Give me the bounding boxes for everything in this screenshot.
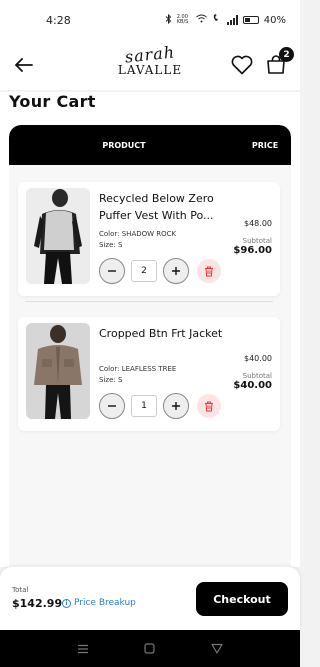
volte-icon — [212, 14, 222, 26]
wishlist-button[interactable] — [230, 53, 254, 77]
product-size: Size: S — [99, 376, 123, 384]
status-icons: 2.00 KB/S 40% — [165, 13, 286, 27]
trash-icon — [205, 266, 213, 276]
increase-quantity-button[interactable] — [163, 393, 189, 419]
increase-quantity-button[interactable] — [163, 258, 189, 284]
remove-item-button[interactable] — [197, 259, 221, 283]
bluetooth-icon — [165, 13, 172, 27]
minus-icon — [108, 405, 116, 407]
signal-icon — [226, 15, 238, 25]
back-arrow-icon — [15, 58, 33, 72]
subtotal-label: Subtotal — [242, 237, 272, 245]
subtotal-label: Subtotal — [242, 372, 272, 380]
cart-panel: PRODUCT PRICE Recycled Below Zero Puffer… — [9, 125, 291, 567]
back-button[interactable] — [12, 53, 36, 77]
recents-button[interactable] — [76, 642, 90, 656]
home-button[interactable] — [143, 642, 157, 656]
trash-icon — [205, 401, 213, 411]
checkout-button[interactable]: Checkout — [196, 582, 288, 616]
product-color: Color: LEAFLESS TREE — [99, 365, 177, 373]
status-bar: 4:28 2.00 KB/S 40% — [0, 0, 300, 40]
back-nav-button[interactable] — [210, 642, 224, 656]
plus-icon — [172, 402, 180, 410]
price-breakup-label: Price Breakup — [74, 598, 136, 608]
product-name[interactable]: Recycled Below Zero Puffer Vest With Po.… — [99, 190, 249, 224]
battery-level: 40% — [263, 14, 286, 26]
cart-count-badge: 2 — [279, 47, 294, 62]
decrease-quantity-button[interactable] — [99, 258, 125, 284]
header-actions: 2 — [230, 47, 294, 77]
minus-icon — [108, 270, 116, 272]
page-title: Your Cart — [0, 92, 300, 120]
plus-icon — [172, 267, 180, 275]
home-square-icon — [144, 643, 156, 654]
system-nav-bar — [0, 630, 300, 667]
back-triangle-icon — [211, 643, 223, 654]
product-unit-price: $40.00 — [244, 354, 272, 363]
cart-table-header: PRODUCT PRICE — [9, 125, 291, 165]
cart-item: Recycled Below Zero Puffer Vest With Po.… — [18, 182, 280, 296]
column-header-price: PRICE — [251, 140, 279, 150]
price-breakup-link[interactable]: i Price Breakup — [62, 598, 136, 608]
checkout-bar: Total $142.99 i Price Breakup Checkout — [0, 567, 300, 630]
product-name[interactable]: Cropped Btn Frt Jacket — [99, 325, 249, 342]
menu-lines-icon — [78, 644, 89, 653]
quantity-value[interactable]: 2 — [131, 260, 157, 282]
product-subtotal: $96.00 — [233, 245, 272, 256]
total-amount: $142.99 — [12, 597, 63, 610]
quantity-stepper: 2 — [99, 258, 221, 284]
status-time: 4:28 — [46, 13, 71, 27]
quantity-stepper: 1 — [99, 393, 221, 419]
item-divider — [25, 301, 273, 302]
brand-logo[interactable]: sarah LAVALLE — [115, 42, 185, 83]
remove-item-button[interactable] — [197, 394, 221, 418]
cart-section: PRODUCT PRICE Recycled Below Zero Puffer… — [0, 120, 300, 567]
cart-item: Cropped Btn Frt Jacket Color: LEAFLESS T… — [18, 317, 280, 431]
data-speed: 2.00 KB/S — [176, 14, 189, 25]
battery-icon — [242, 16, 259, 24]
wifi-icon — [195, 14, 207, 26]
info-icon: i — [62, 598, 71, 608]
product-unit-price: $48.00 — [244, 219, 272, 228]
heart-icon — [231, 55, 253, 75]
product-image-puffer-vest[interactable] — [26, 188, 90, 284]
decrease-quantity-button[interactable] — [99, 393, 125, 419]
total-label: Total — [12, 586, 29, 594]
product-color: Color: SHADOW ROCK — [99, 230, 177, 238]
column-header-product: PRODUCT — [102, 140, 146, 150]
quantity-value[interactable]: 1 — [131, 395, 157, 417]
app-header: sarah LAVALLE 2 — [0, 40, 300, 90]
cart-button[interactable]: 2 — [264, 47, 294, 77]
product-subtotal: $40.00 — [233, 380, 272, 391]
product-size: Size: S — [99, 241, 123, 249]
product-image-cropped-jacket[interactable] — [26, 323, 90, 419]
